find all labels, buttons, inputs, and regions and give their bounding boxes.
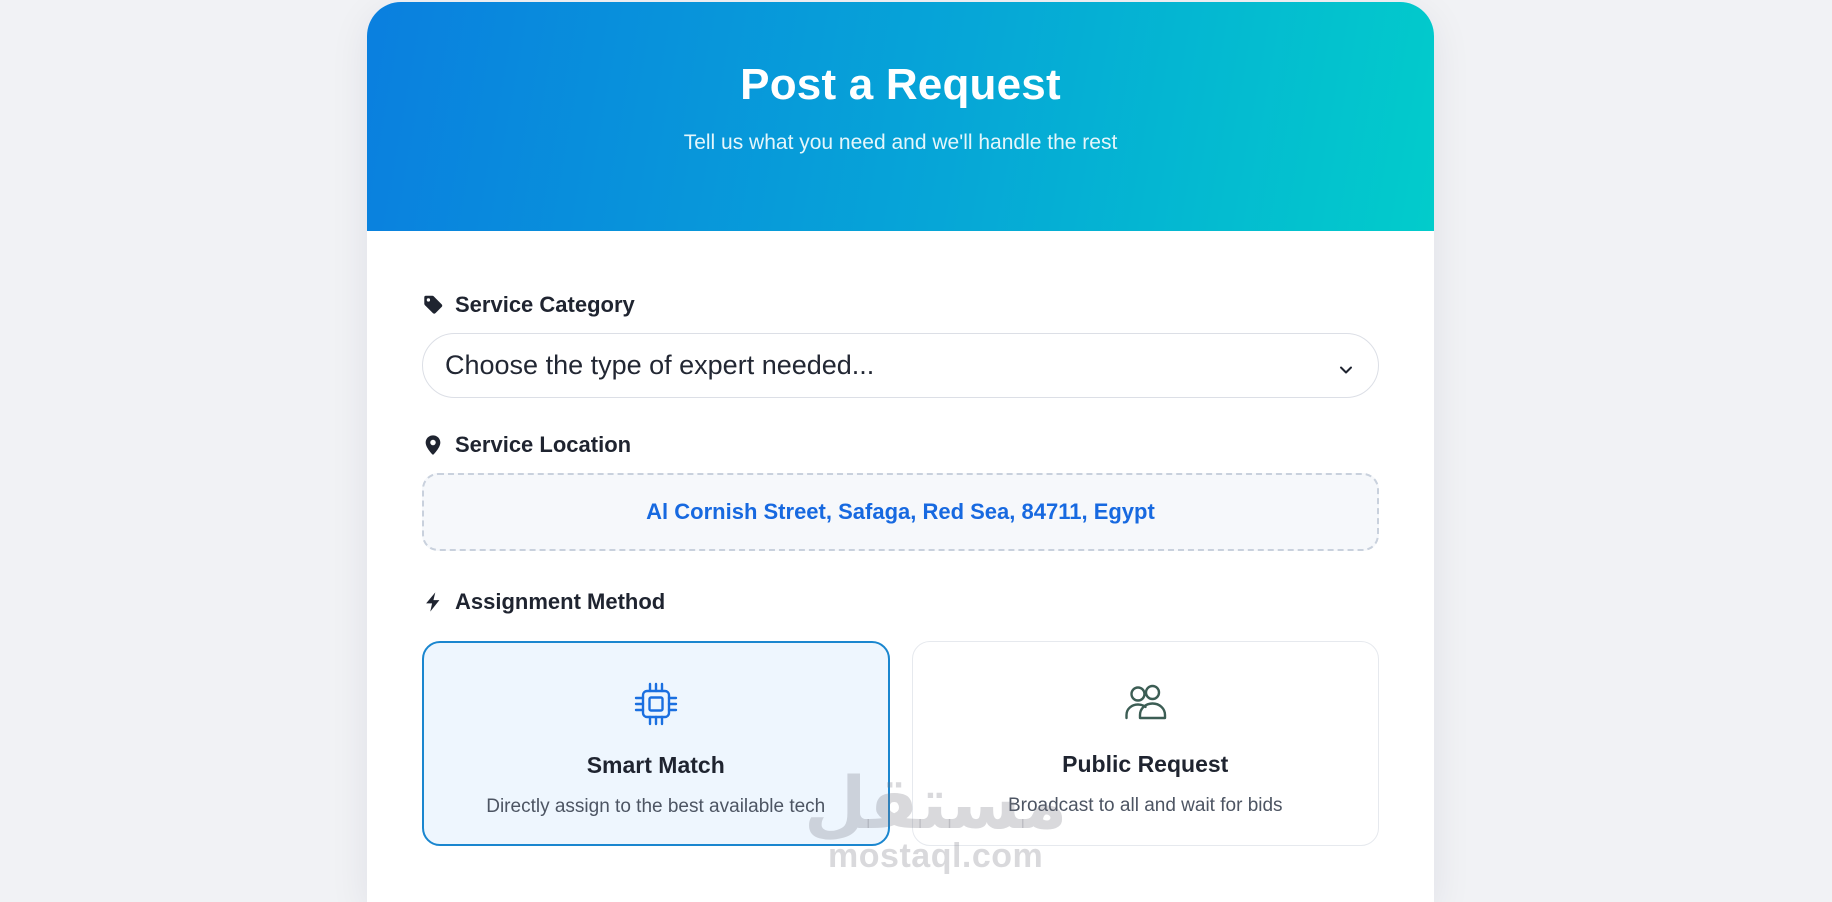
public-request-description: Broadcast to all and wait for bids [1007,795,1283,816]
location-field[interactable]: Al Cornish Street, Safaga, Red Sea, 8471… [422,473,1379,551]
chevron-down-icon [1336,356,1356,376]
request-card: Post a Request Tell us what you need and… [367,2,1434,902]
smart-match-description: Directly assign to the best available te… [486,796,826,817]
location-label: Service Location [422,431,1379,459]
page-title: Post a Request [740,60,1061,109]
tag-icon [422,294,444,316]
assignment-options: Smart Match Directly assign to the best … [422,641,1379,846]
map-pin-icon [422,434,444,456]
public-request-title: Public Request [1062,751,1229,777]
location-value: Al Cornish Street, Safaga, Red Sea, 8471… [646,499,1155,524]
lightning-icon [422,591,444,613]
page-subtitle: Tell us what you need and we'll handle t… [683,131,1118,154]
cpu-chip-icon [632,680,680,728]
public-request-option[interactable]: Public Request Broadcast to all and wait… [911,641,1379,846]
smart-match-title: Smart Match [586,752,725,778]
category-label-text: Service Category [455,292,635,317]
users-icon [1121,679,1169,727]
category-select[interactable]: Choose the type of expert needed... [422,333,1379,398]
location-label-text: Service Location [455,432,632,457]
category-select-value: Choose the type of expert needed... [445,350,875,380]
request-form: Service Category Choose the type of expe… [367,291,1434,846]
category-label: Service Category [422,291,1379,319]
smart-match-option[interactable]: Smart Match Directly assign to the best … [422,641,890,846]
assignment-label: Assignment Method [422,588,1379,616]
header-banner: Post a Request Tell us what you need and… [367,2,1434,231]
assignment-label-text: Assignment Method [455,589,666,614]
